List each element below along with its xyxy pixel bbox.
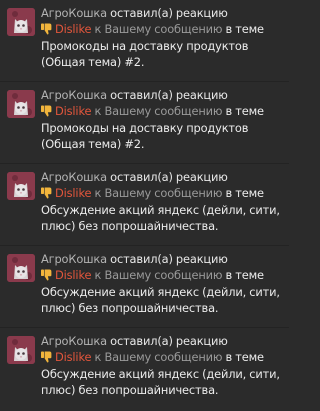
alert-action: оставил(а) реакцию xyxy=(110,170,228,184)
content-link[interactable]: Вашему сообщению xyxy=(104,268,222,282)
thread-prefix: в теме xyxy=(225,186,265,201)
user-avatar[interactable] xyxy=(7,172,35,200)
thumbs-down-icon xyxy=(41,105,52,117)
thumbs-down-icon xyxy=(41,187,52,199)
reaction-label: Dislike xyxy=(55,104,92,119)
alert-item[interactable]: АгроКошка оставил(а) реакцию Dislike к В… xyxy=(0,164,289,246)
alert-item[interactable]: АгроКошка оставил(а) реакцию Dislike к В… xyxy=(0,0,289,82)
content-link[interactable]: Вашему сообщению xyxy=(104,22,222,36)
user-avatar[interactable] xyxy=(7,254,35,282)
thread-prefix: в теме xyxy=(225,104,265,119)
alert-connector: к xyxy=(94,268,102,283)
cat-avatar-icon xyxy=(7,254,35,282)
alert-username[interactable]: АгроКошка xyxy=(41,334,107,348)
thumbs-down-icon xyxy=(41,351,52,363)
reaction-label: Dislike xyxy=(55,268,92,283)
alerts-list: АгроКошка оставил(а) реакцию Dislike к В… xyxy=(0,0,289,411)
cat-avatar-icon xyxy=(7,8,35,36)
alert-text: АгроКошка оставил(а) реакцию Dislike к В… xyxy=(41,5,283,70)
alert-action: оставил(а) реакцию xyxy=(110,334,228,348)
alert-action: оставил(а) реакцию xyxy=(110,6,228,20)
user-avatar[interactable] xyxy=(7,8,35,36)
content-link[interactable]: Вашему сообщению xyxy=(104,104,222,118)
thread-link[interactable]: Обсуждение акций яндекс (дейли, сити, пл… xyxy=(41,203,280,233)
alert-username[interactable]: АгроКошка xyxy=(41,252,107,266)
alert-username[interactable]: АгроКошка xyxy=(41,170,107,184)
alert-text: АгроКошка оставил(а) реакцию Dislike к В… xyxy=(41,251,283,316)
alert-action: оставил(а) реакцию xyxy=(110,88,228,102)
thread-link[interactable]: Обсуждение акций яндекс (дейли, сити, пл… xyxy=(41,367,280,397)
user-avatar[interactable] xyxy=(7,336,35,364)
reaction-label: Dislike xyxy=(55,350,92,365)
alert-connector: к xyxy=(94,350,102,365)
user-avatar[interactable] xyxy=(7,90,35,118)
alert-text: АгроКошка оставил(а) реакцию Dislike к В… xyxy=(41,87,283,152)
thread-prefix: в теме xyxy=(225,350,265,365)
alert-connector: к xyxy=(94,186,102,201)
alert-item[interactable]: АгроКошка оставил(а) реакцию Dislike к В… xyxy=(0,328,289,410)
alert-text: АгроКошка оставил(а) реакцию Dislike к В… xyxy=(41,169,283,234)
thumbs-down-icon xyxy=(41,269,52,281)
alert-item[interactable]: АгроКошка оставил(а) реакцию Dislike к В… xyxy=(0,246,289,328)
alert-text: АгроКошка оставил(а) реакцию Dislike к В… xyxy=(41,333,283,398)
alert-connector: к xyxy=(94,22,102,37)
content-link[interactable]: Вашему сообщению xyxy=(104,350,222,364)
alert-username[interactable]: АгроКошка xyxy=(41,88,107,102)
alert-action: оставил(а) реакцию xyxy=(110,252,228,266)
thread-prefix: в теме xyxy=(225,22,265,37)
thumbs-down-icon xyxy=(41,23,52,35)
thread-link[interactable]: Промокоды на доставку продуктов (Общая т… xyxy=(41,121,248,151)
content-link[interactable]: Вашему сообщению xyxy=(104,186,222,200)
alert-item[interactable]: АгроКошка оставил(а) реакцию Dislike к В… xyxy=(0,82,289,164)
cat-avatar-icon xyxy=(7,336,35,364)
reaction-label: Dislike xyxy=(55,22,92,37)
thread-prefix: в теме xyxy=(225,268,265,283)
cat-avatar-icon xyxy=(7,172,35,200)
thread-link[interactable]: Промокоды на доставку продуктов (Общая т… xyxy=(41,39,248,69)
alert-connector: к xyxy=(94,104,102,119)
cat-avatar-icon xyxy=(7,90,35,118)
thread-link[interactable]: Обсуждение акций яндекс (дейли, сити, пл… xyxy=(41,285,280,315)
alert-username[interactable]: АгроКошка xyxy=(41,6,107,20)
reaction-label: Dislike xyxy=(55,186,92,201)
